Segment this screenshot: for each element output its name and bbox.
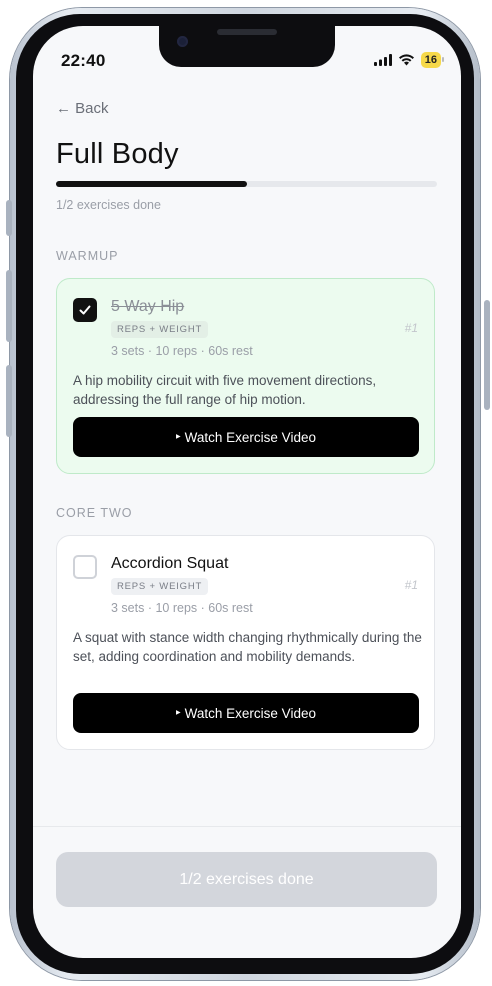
check-icon — [79, 305, 91, 315]
section-label-core-two: CORE TWO — [56, 506, 133, 520]
watch-video-button[interactable]: ▶ Watch Exercise Video — [73, 417, 419, 457]
back-button[interactable]: ← Back — [56, 100, 109, 117]
footer-divider — [33, 826, 461, 827]
front-camera — [177, 36, 188, 47]
notch — [159, 26, 335, 67]
power-button — [484, 300, 490, 410]
volume-down-button — [6, 365, 12, 437]
exercise-checkbox-unchecked[interactable] — [73, 555, 97, 579]
exercise-description: A hip mobility circuit with five movemen… — [73, 373, 377, 407]
status-time: 22:40 — [61, 51, 106, 70]
page-title: Full Body — [56, 138, 179, 170]
exercise-card-accordion-squat: Accordion Squat REPS + WEIGHT #1 3 sets … — [56, 535, 435, 750]
play-icon: ▶ — [176, 434, 181, 440]
app-screen: 22:40 16 ← Back Full Body 1/2 exercises … — [33, 26, 461, 958]
watch-video-label: Watch Exercise Video — [184, 705, 316, 721]
watch-video-button[interactable]: ▶ Watch Exercise Video — [73, 693, 419, 733]
exercise-checkbox-checked[interactable] — [73, 298, 97, 322]
signal-icon — [373, 54, 392, 66]
exercise-card-5-way-hip: 5 Way Hip REPS + WEIGHT #1 3 sets · 10 r… — [56, 278, 435, 474]
volume-up-button — [6, 270, 12, 342]
status-icons: 16 — [373, 52, 445, 68]
exercise-type-tag: REPS + WEIGHT — [111, 321, 209, 338]
exercise-name: 5 Way Hip — [111, 298, 185, 315]
watch-video-label: Watch Exercise Video — [184, 429, 316, 445]
play-icon: ▶ — [176, 710, 181, 716]
mute-switch — [6, 200, 12, 236]
wifi-icon — [398, 54, 414, 66]
exercise-number: #1 — [404, 321, 418, 335]
workout-progress-bar — [56, 181, 437, 187]
exercise-meta: 3 sets · 10 reps · 60s rest — [111, 344, 253, 358]
section-label-warmup: WARMUP — [56, 249, 119, 263]
progress-text: 1/2 exercises done — [56, 198, 161, 212]
exercise-number: #1 — [404, 578, 418, 592]
exercise-type-tag: REPS + WEIGHT — [111, 578, 209, 595]
exercise-name: Accordion Squat — [111, 555, 229, 572]
workout-progress-fill — [56, 181, 247, 187]
battery-icon: 16 — [420, 52, 445, 68]
exercise-meta: 3 sets · 10 reps · 60s rest — [111, 601, 253, 615]
speaker-grille — [217, 29, 277, 35]
complete-workout-button[interactable]: 1/2 exercises done — [56, 852, 437, 907]
exercise-description: A squat with stance width changing rhyth… — [73, 630, 422, 664]
